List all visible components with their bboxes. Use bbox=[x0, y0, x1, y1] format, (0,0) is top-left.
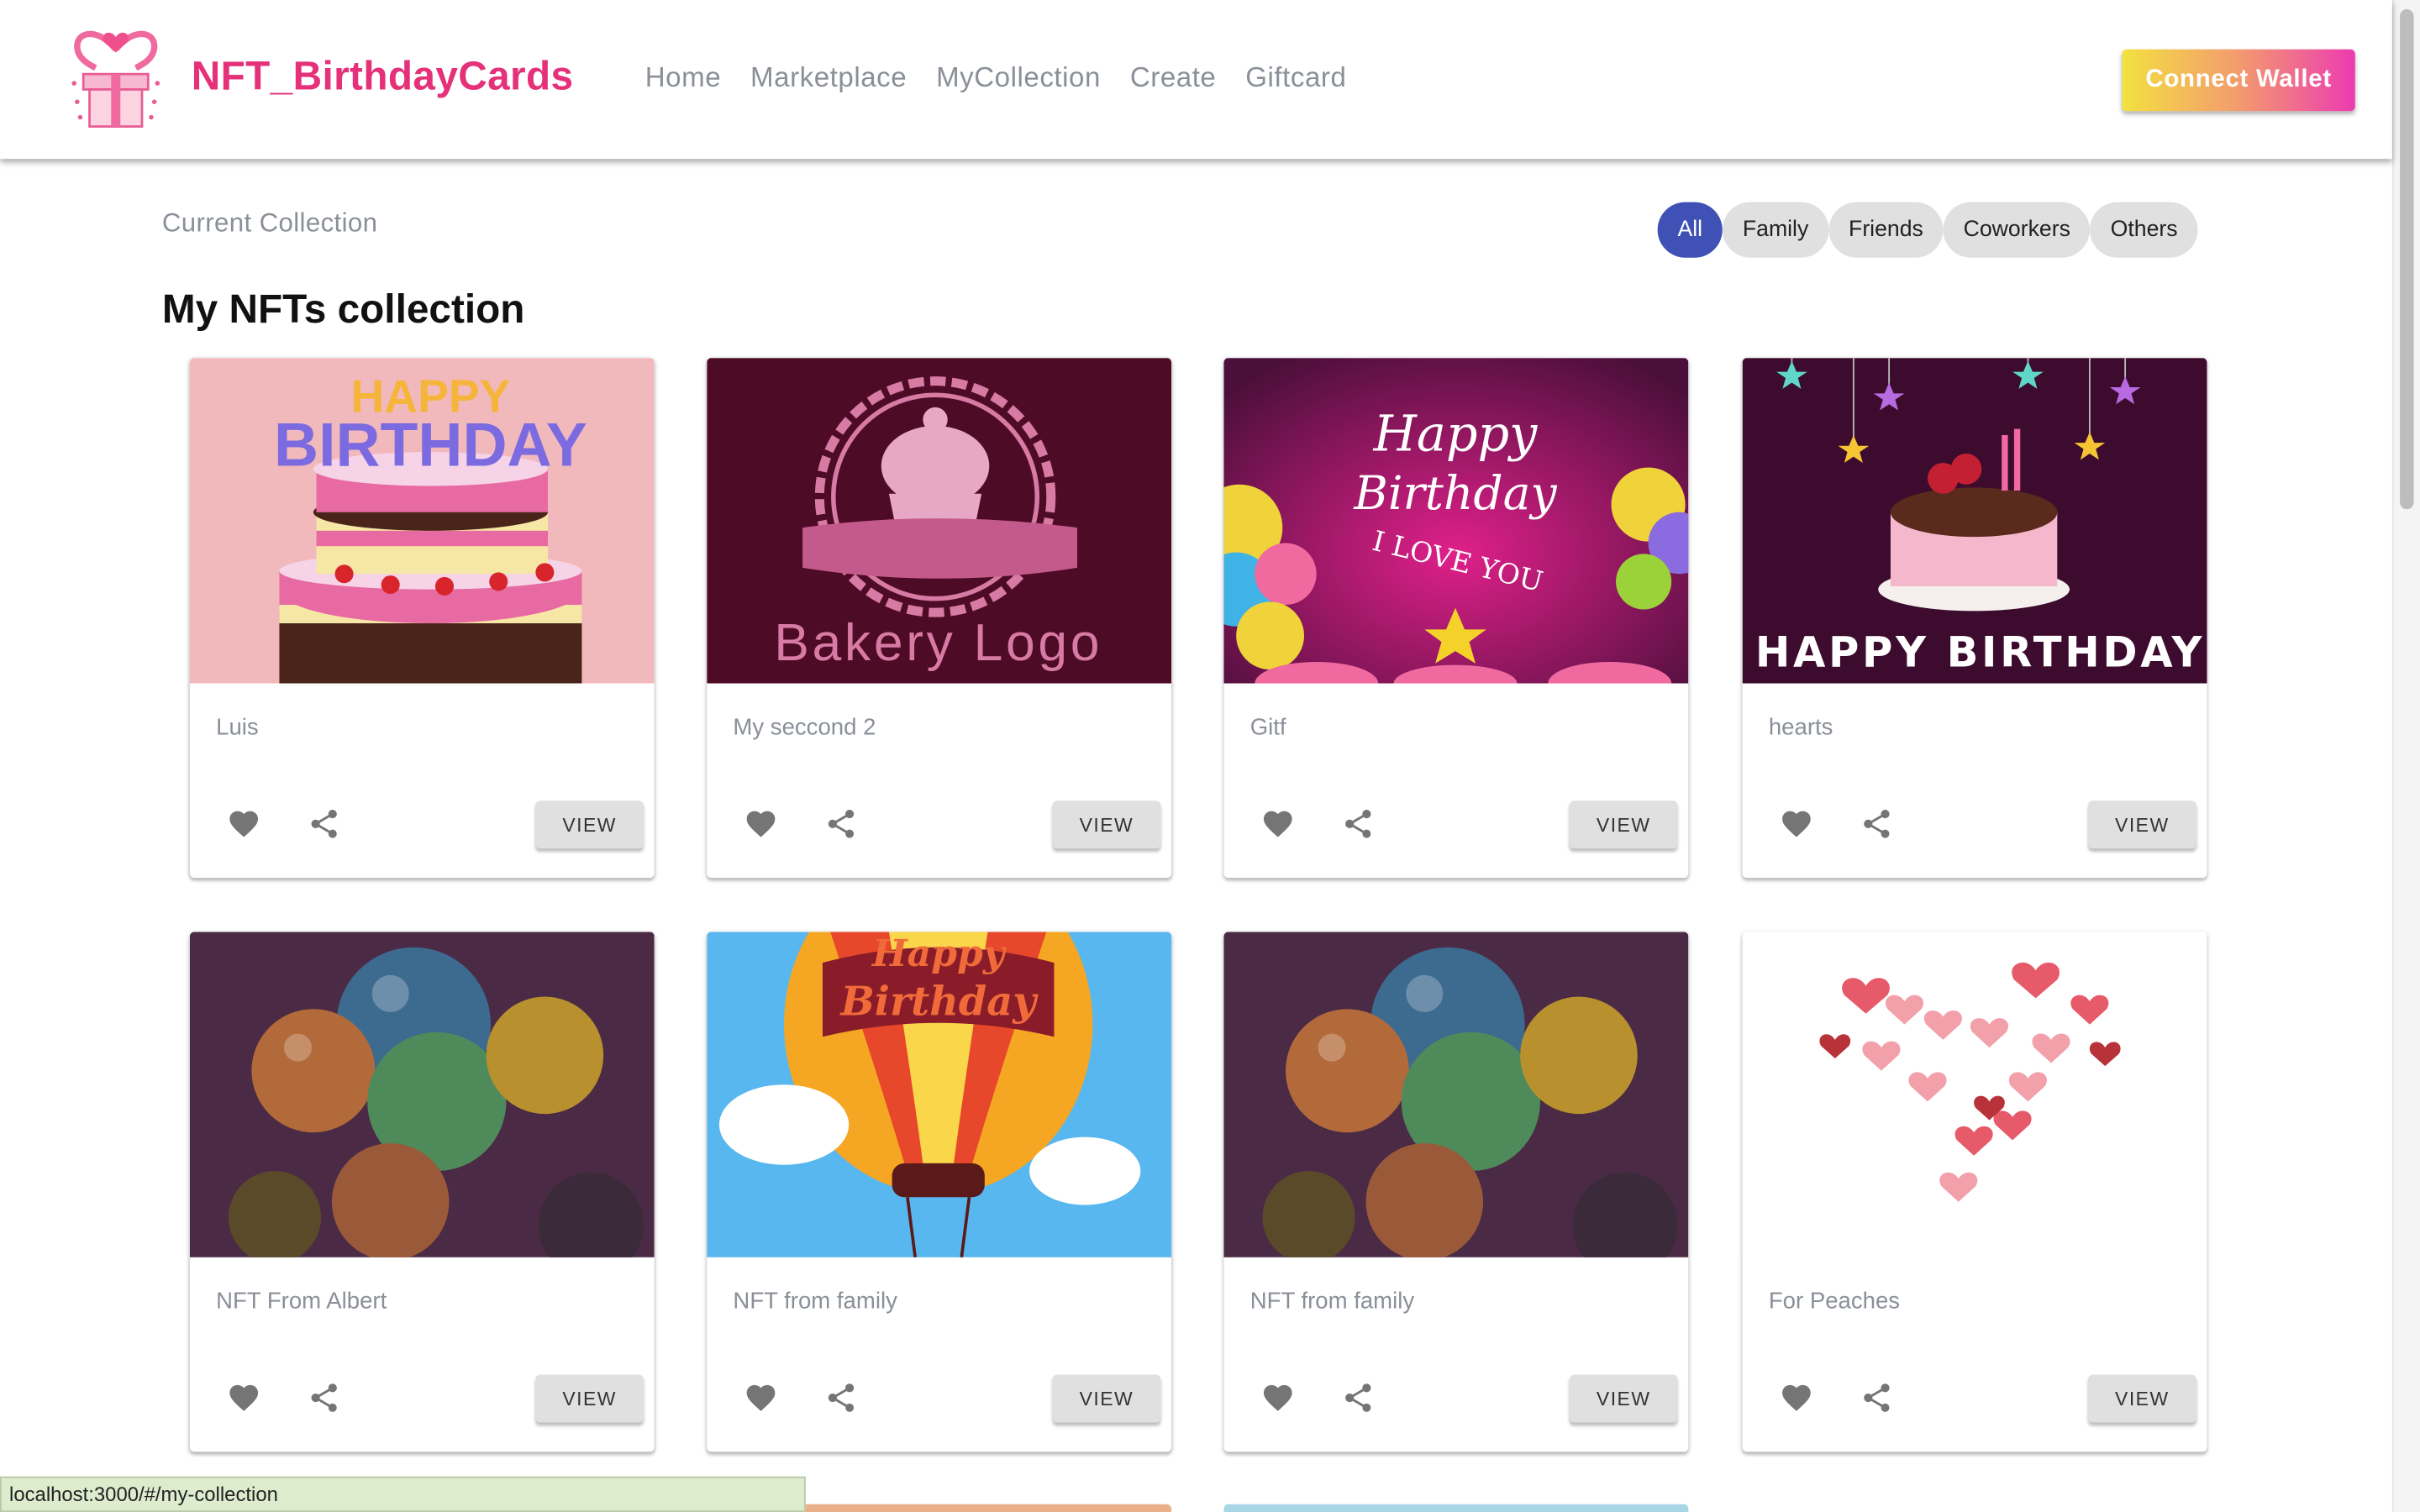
view-button[interactable]: VIEW bbox=[535, 801, 644, 849]
nft-image-metallic-balloons[interactable] bbox=[1223, 932, 1689, 1257]
nav-mycollection[interactable]: MyCollection bbox=[936, 61, 1101, 94]
connect-wallet-button[interactable]: Connect Wallet bbox=[2122, 49, 2355, 112]
nav-create[interactable]: Create bbox=[1130, 61, 1217, 94]
browser-status-bar: localhost:3000/#/my-collection bbox=[0, 1476, 806, 1512]
nft-image-heart-of-hearts[interactable] bbox=[1742, 932, 2207, 1257]
svg-text:Birthday: Birthday bbox=[839, 979, 1039, 1026]
filter-chip-coworkers[interactable]: Coworkers bbox=[1943, 202, 2091, 258]
filter-chip-friends[interactable]: Friends bbox=[1828, 202, 1944, 258]
nft-card: Happy Birthday I LOVE YOU Gitf VIEW bbox=[1223, 358, 1689, 879]
nft-card-title: NFT From Albert bbox=[216, 1288, 387, 1315]
nft-image-birthday-cake[interactable]: HAPPY BIRTHDAY bbox=[189, 358, 655, 684]
nft-image-happy-birthday-cake[interactable]: HAPPY BIRTHDAY bbox=[1742, 358, 2207, 684]
share-icon[interactable] bbox=[1341, 1381, 1375, 1415]
svg-text:HAPPY BIRTHDAY: HAPPY BIRTHDAY bbox=[1755, 627, 2205, 676]
share-icon[interactable] bbox=[824, 807, 858, 841]
view-button[interactable]: VIEW bbox=[535, 1374, 644, 1423]
nft-image-bakery-logo[interactable]: Bakery Logo bbox=[707, 358, 1172, 684]
favorite-heart-icon[interactable] bbox=[1261, 1381, 1295, 1415]
current-collection-label: Current Collection bbox=[161, 207, 378, 238]
nft-card-next-row bbox=[1223, 1504, 1689, 1512]
nft-card-title: NFT from family bbox=[733, 1288, 897, 1315]
share-icon[interactable] bbox=[308, 1381, 341, 1415]
nft-card-title: My seccond 2 bbox=[733, 714, 876, 741]
top-navbar: NFT_BirthdayCards Home Marketplace MyCol… bbox=[0, 0, 2392, 160]
nft-card: HAPPY BIRTHDAY hearts VIEW bbox=[1742, 358, 2207, 879]
share-icon[interactable] bbox=[824, 1381, 858, 1415]
category-filter-chips: All Family Friends Coworkers Others bbox=[1657, 202, 2198, 258]
nft-image-happy-birthday-love[interactable]: Happy Birthday I LOVE YOU bbox=[1223, 358, 1689, 684]
gift-heart-logo-icon[interactable] bbox=[68, 15, 164, 129]
nft-image-metallic-balloons[interactable] bbox=[189, 932, 655, 1257]
favorite-heart-icon[interactable] bbox=[227, 807, 260, 841]
nft-card: Happy Birthday NFT from family VIEW bbox=[707, 932, 1172, 1452]
scrollbar-thumb[interactable] bbox=[2400, 9, 2414, 510]
nft-card-title: hearts bbox=[1768, 714, 1833, 741]
nft-card: HAPPY BIRTHDAY Luis VIEW bbox=[189, 358, 655, 879]
share-icon[interactable] bbox=[308, 807, 341, 841]
share-icon[interactable] bbox=[1860, 1381, 1893, 1415]
filter-chip-all[interactable]: All bbox=[1657, 202, 1723, 258]
share-icon[interactable] bbox=[1860, 807, 1893, 841]
svg-text:Happy: Happy bbox=[871, 932, 1007, 975]
svg-text:Happy: Happy bbox=[1373, 404, 1539, 462]
view-button[interactable]: VIEW bbox=[2088, 801, 2196, 849]
favorite-heart-icon[interactable] bbox=[744, 807, 777, 841]
nft-card-title: Luis bbox=[216, 714, 259, 741]
nft-card: NFT from family VIEW bbox=[1223, 932, 1689, 1452]
nft-card: For Peaches VIEW bbox=[1742, 932, 2207, 1452]
nft-card-title: NFT from family bbox=[1249, 1288, 1415, 1315]
favorite-heart-icon[interactable] bbox=[744, 1381, 777, 1415]
nft-card-title: Gitf bbox=[1249, 714, 1286, 741]
view-button[interactable]: VIEW bbox=[1052, 801, 1161, 849]
share-icon[interactable] bbox=[1341, 807, 1375, 841]
favorite-heart-icon[interactable] bbox=[1780, 807, 1813, 841]
filter-chip-family[interactable]: Family bbox=[1722, 202, 1829, 258]
favorite-heart-icon[interactable] bbox=[227, 1381, 260, 1415]
nft-card: NFT From Albert VIEW bbox=[189, 932, 655, 1452]
nft-image-hot-air-balloon[interactable]: Happy Birthday bbox=[707, 932, 1172, 1257]
brand-title[interactable]: NFT_BirthdayCards bbox=[192, 52, 574, 100]
nav-home[interactable]: Home bbox=[645, 61, 721, 94]
favorite-heart-icon[interactable] bbox=[1261, 807, 1295, 841]
nft-card-title: For Peaches bbox=[1768, 1288, 1901, 1315]
svg-text:BIRTHDAY: BIRTHDAY bbox=[274, 410, 587, 480]
page-title: My NFTs collection bbox=[161, 285, 525, 332]
svg-text:Birthday: Birthday bbox=[1353, 466, 1557, 520]
favorite-heart-icon[interactable] bbox=[1780, 1381, 1813, 1415]
bakery-logo-image-text: Bakery Logo bbox=[774, 613, 1102, 672]
filter-chip-others[interactable]: Others bbox=[2090, 202, 2198, 258]
view-button[interactable]: VIEW bbox=[1052, 1374, 1161, 1423]
view-button[interactable]: VIEW bbox=[1569, 1374, 1678, 1423]
nft-card: Bakery Logo My seccond 2 VIEW bbox=[707, 358, 1172, 879]
view-button[interactable]: VIEW bbox=[2088, 1374, 2196, 1423]
view-button[interactable]: VIEW bbox=[1569, 801, 1678, 849]
nav-marketplace[interactable]: Marketplace bbox=[750, 61, 907, 94]
nav-giftcard[interactable]: Giftcard bbox=[1245, 61, 1346, 94]
main-nav: Home Marketplace MyCollection Create Gif… bbox=[645, 61, 1376, 94]
